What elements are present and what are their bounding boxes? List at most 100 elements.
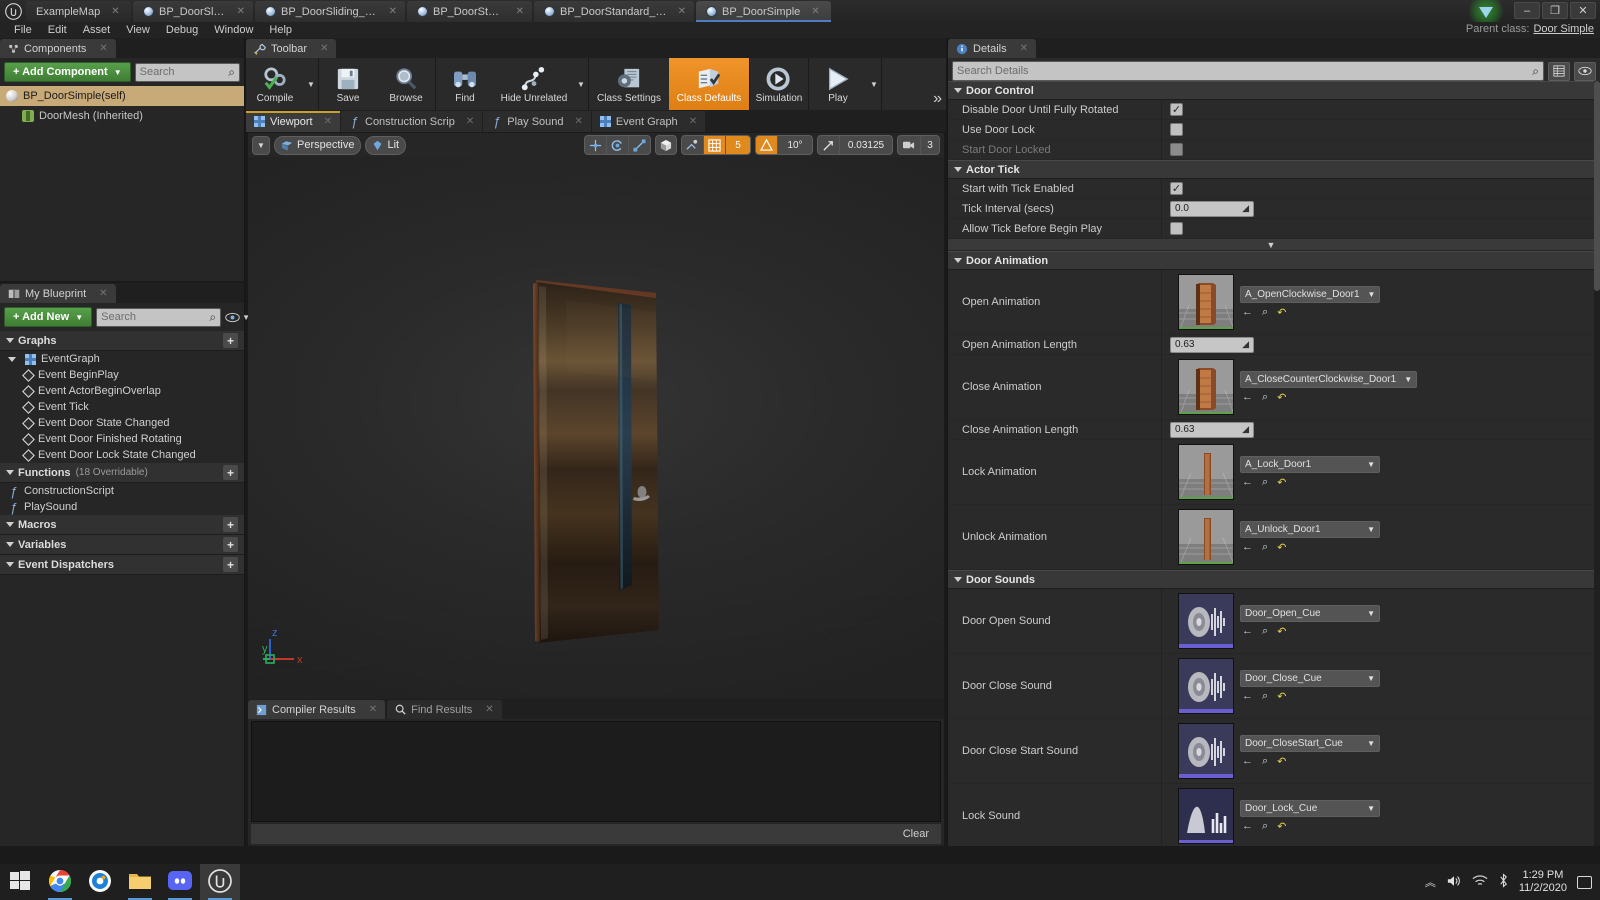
asset-thumbnail[interactable] xyxy=(1178,723,1234,779)
scale-snap-value[interactable]: 0.03125 xyxy=(840,136,892,154)
add-icon[interactable]: + xyxy=(223,333,238,348)
number-input-open-animation-length[interactable]: 0.63◢ xyxy=(1170,337,1254,353)
taskbar-browser2[interactable] xyxy=(80,864,120,900)
asset-picker-close-animation[interactable]: A_CloseCounterClockwise_Door1▼ xyxy=(1240,371,1417,388)
tab-toolbar[interactable]: Toolbar ✕ xyxy=(246,39,336,58)
minimize-button[interactable]: – xyxy=(1514,2,1540,19)
use-selected-asset-icon[interactable]: ← xyxy=(1242,755,1253,767)
details-scroll-thumb[interactable] xyxy=(1594,81,1600,291)
grid-snap-icon[interactable] xyxy=(704,136,726,154)
tab-viewport[interactable]: Viewport✕ xyxy=(246,111,340,132)
close-icon[interactable]: ✕ xyxy=(99,43,107,54)
viewport-options-button[interactable]: ▼ xyxy=(252,136,270,155)
compiler-results-log[interactable] xyxy=(251,721,941,822)
use-selected-asset-icon[interactable]: ← xyxy=(1242,476,1253,488)
toolbar-overflow-button[interactable]: » xyxy=(933,90,942,108)
chevron-down-icon[interactable]: ▼ xyxy=(574,58,588,110)
blueprint-item[interactable]: Event ActorBeginOverlap xyxy=(0,383,244,399)
surface-snap-icon[interactable] xyxy=(682,136,704,154)
add-icon[interactable]: + xyxy=(223,557,238,572)
cube-world-icon[interactable] xyxy=(656,136,676,154)
menu-item-asset[interactable]: Asset xyxy=(75,22,119,38)
toolbar-button-class-settings[interactable]: Class Settings xyxy=(589,58,669,110)
asset-picker-lock-sound[interactable]: Door_Lock_Cue▼ xyxy=(1240,800,1380,817)
column-view-icon[interactable] xyxy=(1548,62,1570,81)
asset-picker-lock-animation[interactable]: A_Lock_Door1▼ xyxy=(1240,456,1380,473)
close-icon[interactable]: ✕ xyxy=(99,288,107,299)
checkbox-allow-tick-before-begin-play[interactable] xyxy=(1170,222,1183,235)
use-selected-asset-icon[interactable]: ← xyxy=(1242,391,1253,403)
taskbar-discord[interactable] xyxy=(160,864,200,900)
add-icon[interactable]: + xyxy=(223,517,238,532)
tab-details[interactable]: Details ✕ xyxy=(948,39,1036,58)
components-search-input[interactable]: Search ⌕ xyxy=(135,63,240,82)
checkbox-start-with-tick-enabled[interactable]: ✓ xyxy=(1170,182,1183,195)
details-search-input[interactable]: Search Details ⌕ xyxy=(952,61,1544,81)
chevron-down-icon[interactable]: ▼ xyxy=(304,58,318,110)
chevron-down-icon[interactable] xyxy=(8,357,16,362)
menu-item-help[interactable]: Help xyxy=(261,22,300,38)
checkbox-start-door-locked[interactable] xyxy=(1170,143,1183,156)
add-icon[interactable]: + xyxy=(223,465,238,480)
titlebar-tab-examplemap[interactable]: ExampleMap✕ xyxy=(26,1,131,22)
visibility-options-button[interactable]: ▼ xyxy=(225,312,250,323)
titlebar-tab-bp-doorstandard-static[interactable]: BP_DoorStandard_Static✕ xyxy=(534,1,694,22)
tab-compiler-results[interactable]: Compiler Results✕ xyxy=(248,700,385,719)
grid-snap-value[interactable]: 5 xyxy=(726,136,750,154)
asset-thumbnail[interactable] xyxy=(1178,274,1234,330)
viewport-3d-scene[interactable]: x y z xyxy=(248,157,944,699)
titlebar-tab-bp-doorsliding[interactable]: BP_DoorSliding✕ xyxy=(133,1,253,22)
asset-thumbnail[interactable] xyxy=(1178,788,1234,844)
reset-to-default-icon[interactable]: ↶ xyxy=(1277,755,1286,768)
checkbox-use-door-lock[interactable] xyxy=(1170,123,1183,136)
browse-to-asset-icon[interactable]: ⌕ xyxy=(1262,541,1268,554)
toolbar-button-play[interactable]: Play xyxy=(809,58,867,110)
chevron-down-icon[interactable]: ▼ xyxy=(1359,674,1375,683)
toolbar-button-compile[interactable]: Compile xyxy=(246,58,304,110)
close-icon[interactable]: ✕ xyxy=(1020,43,1028,54)
asset-thumbnail[interactable] xyxy=(1178,509,1234,565)
use-selected-asset-icon[interactable]: ← xyxy=(1242,690,1253,702)
close-icon[interactable]: ✕ xyxy=(320,43,328,54)
parent-class-link[interactable]: Door Simple xyxy=(1533,23,1594,35)
toolbar-button-browse[interactable]: Browse xyxy=(377,58,435,110)
menu-item-debug[interactable]: Debug xyxy=(158,22,206,38)
close-icon[interactable]: ✕ xyxy=(811,6,819,17)
use-selected-asset-icon[interactable]: ← xyxy=(1242,625,1253,637)
close-icon[interactable]: ✕ xyxy=(324,116,332,127)
close-icon[interactable]: ✕ xyxy=(369,704,377,715)
details-category-door-animation[interactable]: Door Animation xyxy=(948,251,1594,270)
tab-construction-scrip[interactable]: ƒConstruction Scrip✕ xyxy=(341,111,482,132)
browse-to-asset-icon[interactable]: ⌕ xyxy=(1262,625,1268,638)
close-icon[interactable]: ✕ xyxy=(575,116,583,127)
details-category-door-control[interactable]: Door Control xyxy=(948,81,1594,100)
tab-my-blueprint[interactable]: My Blueprint ✕ xyxy=(0,284,116,303)
close-icon[interactable]: ✕ xyxy=(237,6,245,17)
chevron-down-icon[interactable]: ▼ xyxy=(1359,804,1375,813)
close-button[interactable]: ✕ xyxy=(1570,2,1596,19)
browse-to-asset-icon[interactable]: ⌕ xyxy=(1262,820,1268,833)
bluetooth-icon[interactable] xyxy=(1498,873,1509,891)
chevron-down-icon[interactable]: ▼ xyxy=(1359,460,1375,469)
show-hidden-icons[interactable]: ︽ xyxy=(1425,874,1436,890)
my-blueprint-search-input[interactable]: Search ⌕ xyxy=(96,308,221,327)
details-category-actor-tick[interactable]: Actor Tick xyxy=(948,160,1594,179)
toolbar-button-simulation[interactable]: Simulation xyxy=(750,58,808,110)
details-category-door-sounds[interactable]: Door Sounds xyxy=(948,570,1594,589)
chevron-down-icon[interactable]: ▼ xyxy=(867,58,881,110)
volume-icon[interactable] xyxy=(1446,874,1462,891)
blueprint-item[interactable]: ƒConstructionScript xyxy=(0,483,244,499)
add-icon[interactable]: + xyxy=(223,537,238,552)
reset-to-default-icon[interactable]: ↶ xyxy=(1277,625,1286,638)
component-tree-item[interactable]: DoorMesh (Inherited) xyxy=(0,106,244,126)
clear-button[interactable]: Clear xyxy=(903,828,929,840)
blueprint-item[interactable]: Event Tick xyxy=(0,399,244,415)
section-header-event-dispatchers[interactable]: Event Dispatchers+ xyxy=(0,555,244,575)
taskbar-start-button[interactable] xyxy=(0,864,40,900)
section-header-macros[interactable]: Macros+ xyxy=(0,515,244,535)
close-icon[interactable]: ✕ xyxy=(389,6,397,17)
menu-item-window[interactable]: Window xyxy=(206,22,261,38)
toolbar-button-save[interactable]: Save xyxy=(319,58,377,110)
titlebar-tab-bp-doorsliding-static[interactable]: BP_DoorSliding_Static✕ xyxy=(255,1,405,22)
tab-play-sound[interactable]: ƒPlay Sound✕ xyxy=(483,111,591,132)
